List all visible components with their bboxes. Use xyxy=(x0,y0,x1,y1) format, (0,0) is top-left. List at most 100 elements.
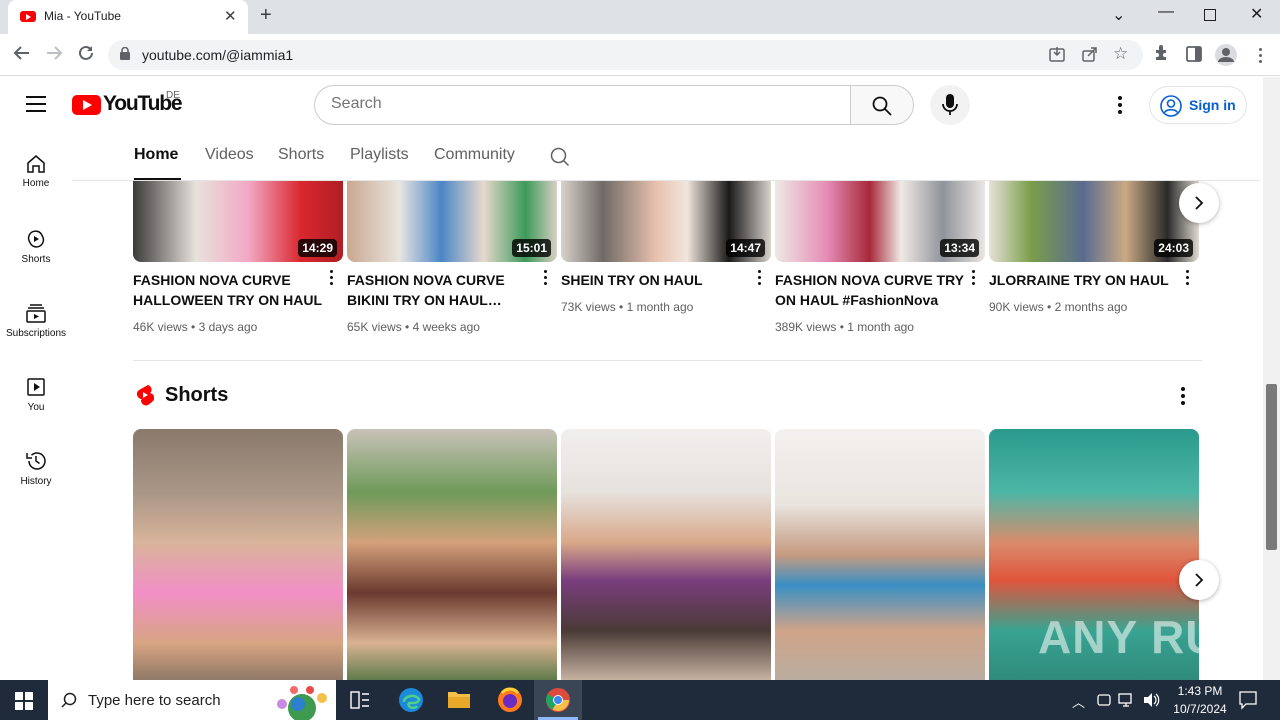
video-views: 389K views xyxy=(775,320,837,334)
taskbar-search-box[interactable]: Type here to search xyxy=(48,680,336,720)
video-age: 2 months ago xyxy=(1054,300,1128,314)
hamburger-menu-icon[interactable] xyxy=(26,96,46,112)
video-more-icon[interactable] xyxy=(1184,270,1190,288)
sign-in-button[interactable]: Sign in xyxy=(1149,86,1247,124)
sidebar-item-history[interactable]: History xyxy=(0,450,72,487)
video-thumbnail[interactable]: 13:34 xyxy=(775,181,985,262)
video-carousel-next-button[interactable] xyxy=(1179,183,1219,223)
tab-community[interactable]: Community xyxy=(434,146,515,164)
chevron-right-icon xyxy=(1195,196,1204,210)
shorts-carousel-next-button[interactable] xyxy=(1179,560,1219,600)
video-more-icon[interactable] xyxy=(756,270,762,288)
short-thumbnail[interactable] xyxy=(133,429,343,681)
volume-icon[interactable] xyxy=(1142,691,1160,709)
window-close-icon[interactable]: ✕ xyxy=(1250,4,1263,24)
extensions-icon[interactable] xyxy=(1153,44,1170,66)
video-title[interactable]: SHEIN TRY ON HAUL xyxy=(561,270,751,290)
video-title[interactable]: FASHION NOVA CURVE HALLOWEEN TRY ON HAUL xyxy=(133,270,323,310)
browser-tab[interactable]: Mia - YouTube ✕ xyxy=(8,0,248,34)
video-title[interactable]: FASHION NOVA CURVE BIKINI TRY ON HAUL… xyxy=(347,270,537,310)
video-views: 73K views xyxy=(561,300,616,314)
share-icon[interactable] xyxy=(1082,46,1098,67)
taskbar-clock-date[interactable]: 10/7/2024 xyxy=(1160,702,1240,716)
tab-search-icon[interactable]: ⌄ xyxy=(1112,5,1125,25)
video-title-line: FASHION NOVA CURVE TRY xyxy=(775,272,965,288)
video-title-line: ON HAUL #FashionNova xyxy=(775,292,939,308)
file-explorer-icon[interactable] xyxy=(447,688,471,710)
video-thumbnail[interactable]: 24:03 xyxy=(989,181,1199,262)
taskbar-clock-time[interactable]: 1:43 PM xyxy=(1160,684,1240,698)
restore-icon[interactable] xyxy=(1204,9,1216,21)
video-more-icon[interactable] xyxy=(328,270,334,288)
search-input[interactable] xyxy=(331,95,831,113)
windows-start-icon[interactable] xyxy=(15,692,33,710)
video-duration: 15:01 xyxy=(512,239,551,257)
voice-search-button[interactable] xyxy=(930,85,970,125)
edge-browser-icon[interactable] xyxy=(398,687,424,713)
sidebar-item-label: Home xyxy=(22,178,50,189)
tray-chevron-icon[interactable]: ︿ xyxy=(1072,692,1085,711)
video-meta: 90K views • 2 months ago xyxy=(989,300,1128,314)
chrome-taskbar-button[interactable] xyxy=(534,680,582,720)
tab-shorts[interactable]: Shorts xyxy=(278,146,324,164)
shorts-section-title: Shorts xyxy=(165,384,229,406)
video-meta: 46K views • 3 days ago xyxy=(133,320,258,334)
video-meta: 389K views • 1 month ago xyxy=(775,320,914,334)
video-duration: 14:29 xyxy=(298,239,337,257)
video-title-line: FASHION NOVA CURVE xyxy=(133,272,291,288)
back-icon[interactable] xyxy=(13,44,31,67)
channel-search-icon[interactable] xyxy=(550,147,570,167)
video-thumbnail[interactable]: 15:01 xyxy=(347,181,557,262)
video-more-icon[interactable] xyxy=(542,270,548,288)
settings-more-icon[interactable] xyxy=(1110,92,1130,118)
url-text: youtube.com/@iammia1 xyxy=(142,47,294,63)
sidebar-item-label: You xyxy=(27,402,45,413)
chevron-right-icon xyxy=(1195,573,1204,587)
minimize-icon[interactable]: — xyxy=(1158,3,1174,21)
bookmark-star-icon[interactable]: ☆ xyxy=(1113,44,1128,64)
firefox-icon[interactable] xyxy=(497,687,523,713)
shorts-more-icon[interactable] xyxy=(1179,387,1187,408)
video-thumbnail[interactable]: 14:29 xyxy=(133,181,343,262)
forward-icon[interactable] xyxy=(45,44,63,67)
video-title-line: HALLOWEEN TRY ON HAUL xyxy=(133,292,322,308)
sidebar-item-home[interactable]: Home xyxy=(0,154,72,189)
notifications-icon[interactable] xyxy=(1238,690,1258,710)
history-icon xyxy=(26,452,46,470)
install-icon[interactable] xyxy=(1049,46,1065,67)
address-bar[interactable]: youtube.com/@iammia1 xyxy=(108,40,1143,70)
sidebar-item-you[interactable]: You xyxy=(0,376,72,413)
video-title[interactable]: JLORRAINE TRY ON HAUL xyxy=(989,270,1179,290)
reload-icon[interactable] xyxy=(77,44,95,67)
video-meta: 65K views • 4 weeks ago xyxy=(347,320,480,334)
browser-menu-icon[interactable] xyxy=(1257,48,1263,66)
short-thumbnail[interactable] xyxy=(775,429,985,681)
youtube-favicon-icon xyxy=(20,11,36,22)
sidebar-item-label: History xyxy=(20,476,52,487)
video-title-line: FASHION NOVA CURVE xyxy=(347,272,505,288)
tab-videos[interactable]: Videos xyxy=(205,146,254,164)
tab-home[interactable]: Home xyxy=(134,146,178,164)
search-button[interactable] xyxy=(850,85,914,125)
network-icon[interactable] xyxy=(1118,692,1136,708)
youtube-logo-icon[interactable] xyxy=(72,95,101,115)
video-duration: 13:34 xyxy=(940,239,979,257)
video-title[interactable]: FASHION NOVA CURVE TRY ON HAUL #FashionNo… xyxy=(775,270,965,310)
meet-now-icon[interactable] xyxy=(1096,692,1112,708)
tab-playlists[interactable]: Playlists xyxy=(350,146,409,164)
video-thumbnail[interactable]: 14:47 xyxy=(561,181,771,262)
search-box[interactable] xyxy=(314,85,851,125)
sidebar-item-shorts[interactable]: Shorts xyxy=(0,228,72,265)
short-thumbnail[interactable] xyxy=(561,429,771,681)
task-view-icon[interactable] xyxy=(350,690,370,710)
scrollbar-thumb[interactable] xyxy=(1266,384,1277,550)
tab-close-icon[interactable]: ✕ xyxy=(224,7,237,25)
new-tab-icon[interactable]: + xyxy=(260,4,272,27)
profile-icon[interactable] xyxy=(1215,44,1237,71)
sidebar-item-subscriptions[interactable]: Subscriptions xyxy=(0,302,72,339)
short-thumbnail[interactable] xyxy=(347,429,557,681)
scrollbar-track[interactable] xyxy=(1263,77,1280,680)
side-panel-icon[interactable] xyxy=(1186,46,1202,67)
video-more-icon[interactable] xyxy=(970,270,976,288)
country-code: DE xyxy=(166,90,180,101)
